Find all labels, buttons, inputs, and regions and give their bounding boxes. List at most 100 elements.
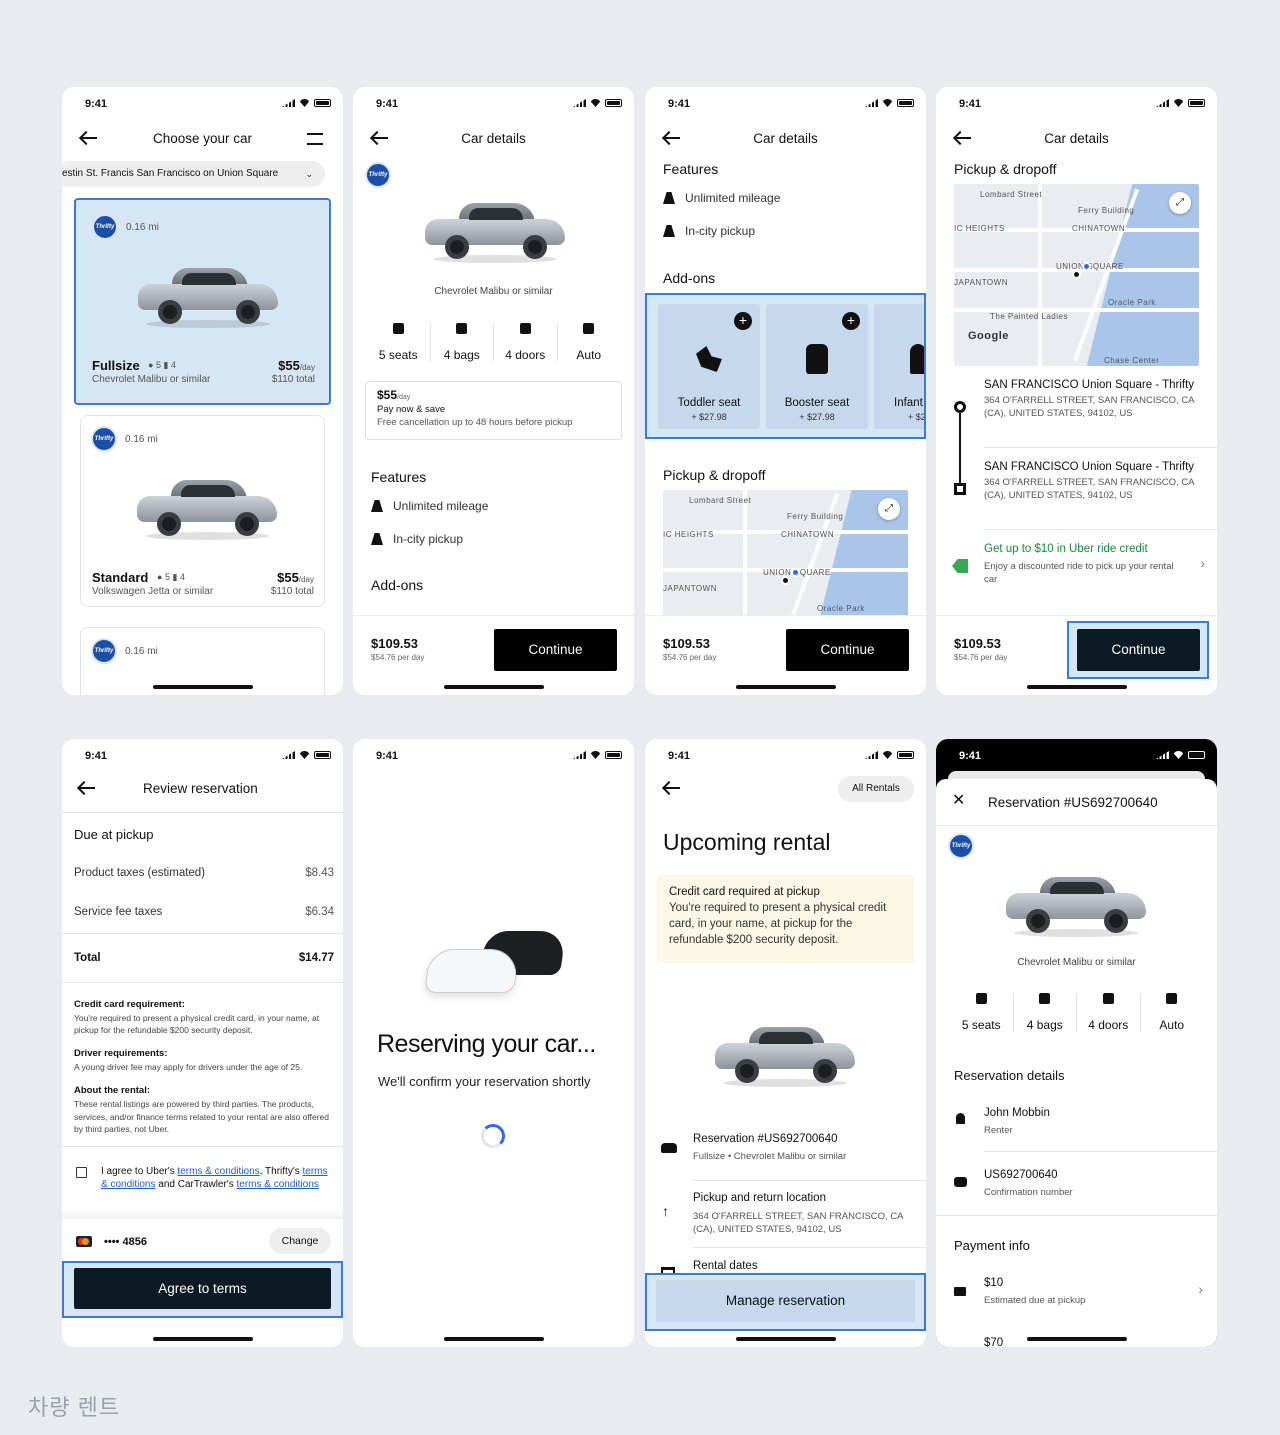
- signal-icon: [865, 751, 878, 759]
- back-arrow-icon[interactable]: [663, 781, 681, 795]
- plus-icon[interactable]: +: [842, 312, 860, 330]
- location-address: 364 O'FARRELL STREET, SAN FRANCISCO, CA …: [984, 477, 1194, 502]
- car-price: $55/day: [278, 358, 315, 373]
- spec-seats: 5 seats: [950, 993, 1014, 1032]
- location-item[interactable]: ↑ Pickup and return location 364 O'FARRE…: [645, 1185, 926, 1245]
- spec-seats: 5 seats: [367, 323, 431, 362]
- pickup-map[interactable]: Lombard Street Ferry Building CHINATOWN …: [663, 490, 908, 620]
- status-time: 9:41: [668, 98, 691, 110]
- map-label: Oracle Park: [817, 604, 865, 613]
- offer-card[interactable]: $55/day Pay now & save Free cancellation…: [365, 381, 622, 440]
- map-label: CHINATOWN: [781, 530, 835, 539]
- agree-terms-button[interactable]: Agree to terms: [74, 1268, 331, 1309]
- location-address: 364 O'FARRELL STREET, SAN FRANCISCO, CA …: [984, 395, 1194, 420]
- map-label: Lombard Street: [689, 496, 752, 505]
- close-icon[interactable]: ✕: [952, 793, 965, 809]
- map-label: JAPANTOWN: [954, 278, 1008, 287]
- current-location-dot: [1082, 262, 1091, 271]
- battery-icon: [314, 99, 331, 107]
- expand-icon[interactable]: ⤢: [878, 498, 900, 520]
- item-title: Rental dates: [693, 1260, 758, 1272]
- phone-car-details: 9:41 Car details Thrifty Chevrolet Malib…: [353, 87, 634, 695]
- car-image: [138, 262, 278, 328]
- phone-pickup-dropoff: 9:41 Car details Pickup & dropoff Lombar…: [936, 87, 1217, 695]
- continue-button[interactable]: Continue: [494, 629, 617, 671]
- spec-bags: 4 bags: [1014, 993, 1077, 1032]
- cars-illustration: [423, 929, 567, 999]
- renter-label: Renter: [984, 1125, 1013, 1136]
- map-label: Oracle Park: [1108, 298, 1156, 307]
- addon-card[interactable]: + Booster seat + $27.98: [766, 304, 868, 429]
- plus-icon[interactable]: +: [734, 312, 752, 330]
- google-logo: Google: [968, 330, 1009, 342]
- agree-checkbox[interactable]: [76, 1167, 87, 1178]
- reservation-item[interactable]: Reservation #US692700640 Fullsize • Chev…: [645, 1127, 926, 1179]
- header: Car details: [645, 123, 926, 155]
- chevron-down-icon: ⌄: [305, 169, 313, 179]
- wifi-icon: [299, 99, 310, 107]
- filter-icon[interactable]: [307, 133, 323, 145]
- phone-upcoming-rental: 9:41 All Rentals Upcoming rental Credit …: [645, 739, 926, 1347]
- chevron-right-icon: ›: [1198, 1281, 1203, 1297]
- road-icon: [663, 192, 675, 204]
- fee-row: Service fee taxes $6.34: [74, 906, 334, 918]
- signal-icon: [573, 99, 586, 107]
- features-heading: Features: [663, 161, 719, 177]
- credit-text: Enjoy a discounted ride to pick up your …: [984, 561, 1174, 586]
- card-icon: [954, 1287, 966, 1296]
- car-card-selected[interactable]: Thrifty 0.16 mi Fullsize ● 5 ▮ 4 $55/day…: [74, 198, 331, 405]
- feature-item: In-city pickup: [663, 224, 755, 238]
- wifi-icon: [590, 751, 601, 759]
- location-select[interactable]: estin St. Francis San Francisco on Union…: [62, 161, 325, 187]
- page-title: Upcoming rental: [663, 829, 831, 855]
- credit-title: Get up to $10 in Uber ride credit: [984, 543, 1148, 555]
- continue-button[interactable]: Continue: [786, 629, 909, 671]
- expand-icon[interactable]: ⤢: [1169, 192, 1191, 214]
- change-button[interactable]: Change: [269, 1228, 331, 1254]
- bag-icon: ▮: [172, 572, 178, 582]
- door-icon: [519, 323, 531, 334]
- payment-heading: Payment info: [954, 1238, 1030, 1253]
- status-bar: 9:41: [645, 739, 926, 771]
- terms-link[interactable]: terms & conditions: [177, 1166, 259, 1177]
- manage-reservation-button[interactable]: Manage reservation: [656, 1280, 915, 1322]
- feature-item: In-city pickup: [371, 532, 463, 546]
- continue-button[interactable]: Continue: [1077, 629, 1200, 671]
- thrifty-logo: Thrifty: [91, 638, 117, 664]
- map-label: CHINATOWN: [1072, 224, 1126, 233]
- addons-carousel[interactable]: + Toddler seat + $27.98 + Booster seat +…: [645, 293, 926, 439]
- pickup-map[interactable]: Lombard Street Ferry Building CHINATOWN …: [954, 184, 1199, 366]
- capacity: ● 5 ▮ 4: [148, 360, 176, 370]
- addon-card[interactable]: Infant + $2: [874, 304, 924, 429]
- car-key-icon: [954, 1177, 967, 1187]
- road-icon: [371, 500, 383, 512]
- wifi-icon: [299, 751, 310, 759]
- thrifty-logo: Thrifty: [948, 833, 974, 859]
- thrifty-logo: Thrifty: [365, 162, 391, 188]
- addon-card[interactable]: + Toddler seat + $27.98: [658, 304, 760, 429]
- back-arrow-icon[interactable]: [78, 781, 96, 795]
- car-image: [1006, 871, 1146, 937]
- chevron-right-icon: ›: [1200, 555, 1205, 571]
- car-class: Fullsize: [92, 358, 140, 373]
- all-rentals-button[interactable]: All Rentals: [838, 776, 914, 802]
- item-sub: 364 O'FARRELL STREET, SAN FRANCISCO, CA …: [693, 1211, 903, 1236]
- payment-amount: $10: [984, 1277, 1004, 1289]
- status-time: 9:41: [959, 750, 982, 762]
- spec-doors: 4 doors: [494, 323, 558, 362]
- payment-row[interactable]: $10 Estimated due at pickup ›: [936, 1269, 1217, 1319]
- bottom-bar: $109.53 $54.76 per day Continue: [353, 615, 634, 695]
- status-bar: 9:41: [353, 739, 634, 771]
- total-price: $109.53 $54.76 per day: [371, 636, 425, 662]
- car-model: Chevrolet Malibu or similar: [92, 374, 211, 385]
- page-title: Car details: [1044, 131, 1109, 146]
- features-heading: Features: [371, 469, 427, 485]
- wifi-icon: [590, 99, 601, 107]
- door-icon: [1102, 993, 1114, 1004]
- terms-link[interactable]: terms & conditions: [237, 1179, 319, 1190]
- signal-icon: [282, 99, 295, 107]
- ride-credit-promo[interactable]: Get up to $10 in Uber ride credit Enjoy …: [936, 537, 1217, 597]
- reserving-subtitle: We'll confirm your reservation shortly: [378, 1074, 591, 1089]
- car-card[interactable]: Thrifty 0.16 mi Standard ● 5 ▮ 4 $55/day…: [80, 415, 325, 607]
- wifi-icon: [882, 99, 893, 107]
